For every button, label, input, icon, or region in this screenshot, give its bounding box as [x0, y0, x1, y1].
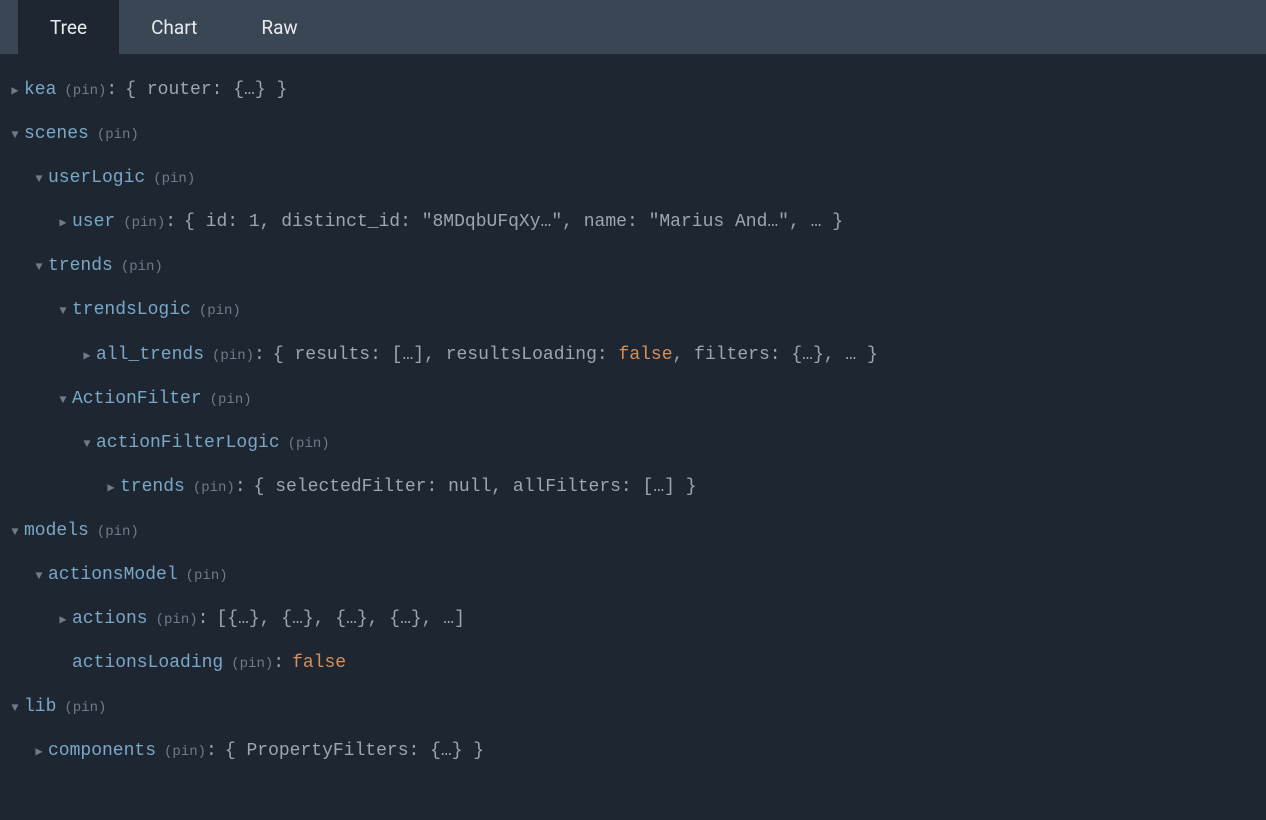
- caret-down-icon[interactable]: ▼: [6, 121, 24, 150]
- tree-row: ▶kea(pin):{ router: {…} }: [6, 68, 1260, 112]
- tree-key[interactable]: trendsLogic: [72, 288, 191, 332]
- tab-tree[interactable]: Tree: [18, 0, 119, 54]
- tree-key[interactable]: actionsLoading: [72, 641, 223, 685]
- tree-row: ▶user(pin):{ id: 1, distinct_id: "8MDqbU…: [6, 200, 1260, 244]
- colon: :: [273, 641, 284, 685]
- pin-button[interactable]: (pin): [97, 118, 139, 152]
- tree-key[interactable]: trends: [48, 244, 113, 288]
- tree-key[interactable]: lib: [24, 685, 56, 729]
- tree-key[interactable]: kea: [24, 68, 56, 112]
- caret-down-icon[interactable]: ▼: [6, 694, 24, 723]
- tree-row: ▶all_trends(pin):{ results: […], results…: [6, 333, 1260, 377]
- tab-chart[interactable]: Chart: [119, 0, 229, 54]
- tree-value[interactable]: false: [292, 641, 346, 685]
- pin-button[interactable]: (pin): [186, 559, 228, 593]
- colon: :: [235, 465, 246, 509]
- tree-key[interactable]: components: [48, 729, 156, 773]
- caret-down-icon[interactable]: ▼: [30, 562, 48, 591]
- pin-button[interactable]: (pin): [123, 206, 165, 240]
- colon: :: [254, 333, 265, 377]
- state-tree: ▶kea(pin):{ router: {…} }▼scenes(pin)▼us…: [0, 54, 1266, 788]
- tree-value[interactable]: { selectedFilter: null, allFilters: […] …: [254, 465, 697, 509]
- caret-down-icon[interactable]: ▼: [30, 253, 48, 282]
- caret-right-icon[interactable]: ▶: [6, 77, 24, 106]
- pin-button[interactable]: (pin): [288, 427, 330, 461]
- caret-down-icon[interactable]: ▼: [54, 297, 72, 326]
- pin-button[interactable]: (pin): [121, 250, 163, 284]
- tree-row: ▼trendsLogic(pin): [6, 288, 1260, 332]
- pin-button[interactable]: (pin): [212, 339, 254, 373]
- caret-down-icon[interactable]: ▼: [6, 518, 24, 547]
- pin-button[interactable]: (pin): [64, 691, 106, 725]
- pin-button[interactable]: (pin): [156, 603, 198, 637]
- tree-row: ▼models(pin): [6, 509, 1260, 553]
- tree-row: ▼actionsModel(pin): [6, 553, 1260, 597]
- tree-key[interactable]: user: [72, 200, 115, 244]
- tree-row: ▼lib(pin): [6, 685, 1260, 729]
- caret-right-icon[interactable]: ▶: [30, 738, 48, 767]
- tab-bar: Tree Chart Raw: [0, 0, 1266, 54]
- tree-value[interactable]: { id: 1, distinct_id: "8MDqbUFqXy…", nam…: [184, 200, 843, 244]
- caret-down-icon[interactable]: ▼: [30, 165, 48, 194]
- tree-row: ▶trends(pin):{ selectedFilter: null, all…: [6, 465, 1260, 509]
- caret-right-icon[interactable]: ▶: [54, 209, 72, 238]
- tree-value[interactable]: { PropertyFilters: {…} }: [225, 729, 484, 773]
- tree-row: ▶components(pin):{ PropertyFilters: {…} …: [6, 729, 1260, 773]
- tree-key[interactable]: trends: [120, 465, 185, 509]
- tree-row: ▼userLogic(pin): [6, 156, 1260, 200]
- tree-value[interactable]: { router: {…} }: [125, 68, 287, 112]
- pin-button[interactable]: (pin): [231, 647, 273, 681]
- caret-right-icon[interactable]: ▶: [102, 474, 120, 503]
- tree-key[interactable]: all_trends: [96, 333, 204, 377]
- caret-down-icon[interactable]: ▼: [78, 430, 96, 459]
- colon: :: [106, 68, 117, 112]
- tree-value[interactable]: { results: […], resultsLoading: false, f…: [273, 333, 878, 377]
- pin-button[interactable]: (pin): [64, 74, 106, 108]
- tree-key[interactable]: actionsModel: [48, 553, 178, 597]
- pin-button[interactable]: (pin): [164, 735, 206, 769]
- tree-row: ▼scenes(pin): [6, 112, 1260, 156]
- caret-right-icon[interactable]: ▶: [54, 606, 72, 635]
- tree-row: ▶actionsLoading(pin):false: [6, 641, 1260, 685]
- tree-value[interactable]: [{…}, {…}, {…}, {…}, …]: [216, 597, 464, 641]
- tree-key[interactable]: models: [24, 509, 89, 553]
- pin-button[interactable]: (pin): [97, 515, 139, 549]
- tree-key[interactable]: actions: [72, 597, 148, 641]
- pin-button[interactable]: (pin): [210, 383, 252, 417]
- colon: :: [165, 200, 176, 244]
- tree-key[interactable]: ActionFilter: [72, 377, 202, 421]
- tree-key[interactable]: actionFilterLogic: [96, 421, 280, 465]
- tree-row: ▶actions(pin):[{…}, {…}, {…}, {…}, …]: [6, 597, 1260, 641]
- tree-key[interactable]: userLogic: [48, 156, 145, 200]
- pin-button[interactable]: (pin): [199, 294, 241, 328]
- pin-button[interactable]: (pin): [153, 162, 195, 196]
- tree-key[interactable]: scenes: [24, 112, 89, 156]
- colon: :: [206, 729, 217, 773]
- colon: :: [198, 597, 209, 641]
- tree-row: ▼actionFilterLogic(pin): [6, 421, 1260, 465]
- tab-raw[interactable]: Raw: [229, 0, 329, 54]
- caret-down-icon[interactable]: ▼: [54, 386, 72, 415]
- caret-right-icon[interactable]: ▶: [78, 342, 96, 371]
- tree-row: ▼ActionFilter(pin): [6, 377, 1260, 421]
- pin-button[interactable]: (pin): [193, 471, 235, 505]
- tree-row: ▼trends(pin): [6, 244, 1260, 288]
